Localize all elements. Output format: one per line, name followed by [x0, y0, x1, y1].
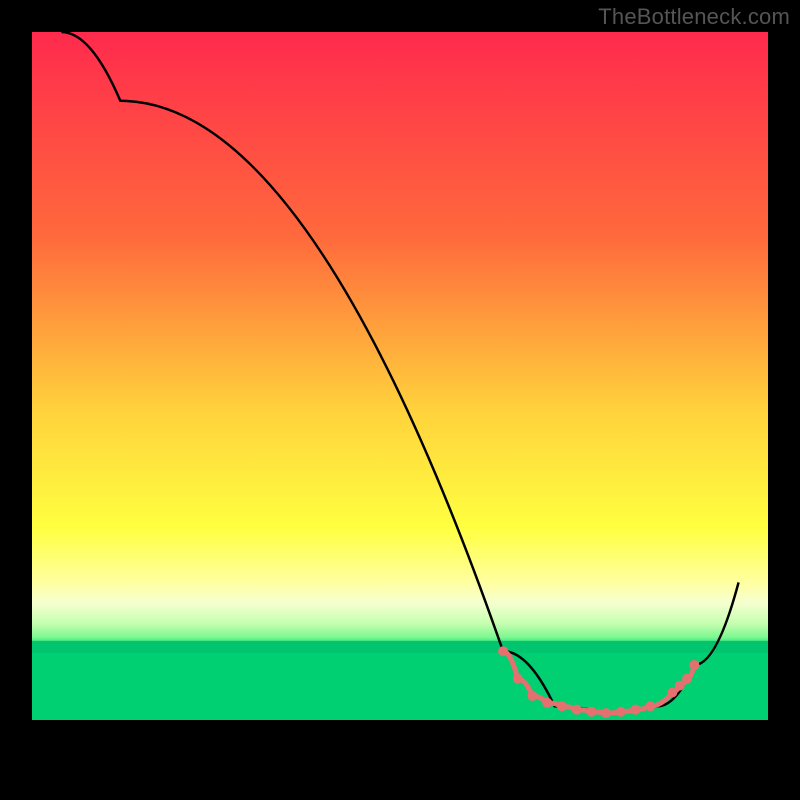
highlight-marker	[616, 707, 626, 717]
watermark-text: TheBottleneck.com	[598, 4, 790, 30]
highlight-marker	[527, 691, 537, 701]
chart-canvas	[0, 0, 800, 800]
highlight-marker	[586, 707, 596, 717]
highlight-marker	[498, 646, 508, 656]
highlight-marker	[667, 687, 677, 697]
highlight-marker	[645, 701, 655, 711]
highlight-marker	[572, 705, 582, 715]
highlight-marker	[513, 674, 523, 684]
chart-frame: TheBottleneck.com	[0, 0, 800, 800]
highlight-marker	[689, 660, 699, 670]
highlight-marker	[601, 708, 611, 718]
highlight-marker	[542, 698, 552, 708]
highlight-marker	[557, 701, 567, 711]
highlight-marker	[631, 705, 641, 715]
highlight-marker	[682, 674, 692, 684]
green-band	[32, 641, 768, 653]
highlight-marker	[675, 681, 685, 691]
gradient-background	[32, 32, 768, 720]
